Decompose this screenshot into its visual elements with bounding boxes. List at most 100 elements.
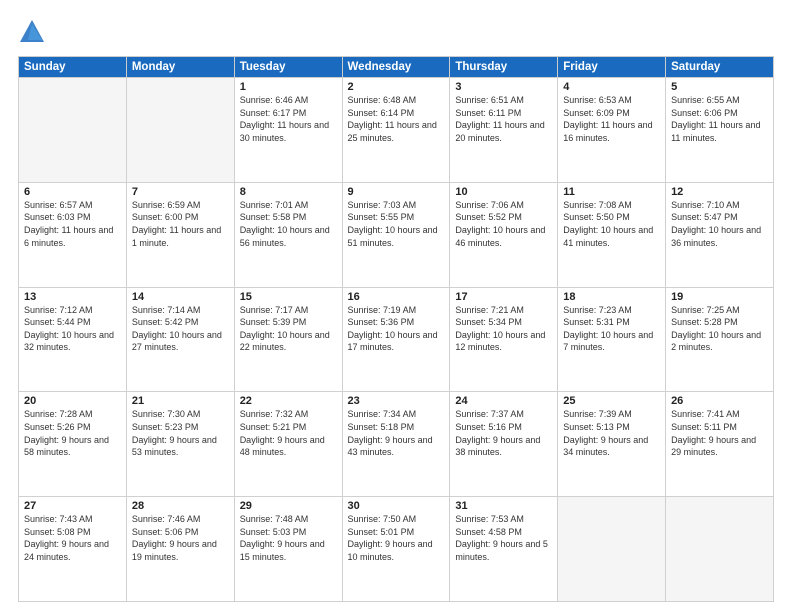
calendar-cell: 4 Sunrise: 6:53 AM Sunset: 6:09 PM Dayli… [558,78,666,183]
day-info: Sunrise: 6:55 AM Sunset: 6:06 PM Dayligh… [671,94,768,144]
page: SundayMondayTuesdayWednesdayThursdayFrid… [0,0,792,612]
day-info: Sunrise: 7:46 AM Sunset: 5:06 PM Dayligh… [132,513,229,563]
day-number: 21 [132,395,229,407]
calendar-cell [558,497,666,602]
calendar-cell [666,497,774,602]
logo-icon [18,18,46,46]
calendar-cell: 18 Sunrise: 7:23 AM Sunset: 5:31 PM Dayl… [558,287,666,392]
day-info: Sunrise: 7:14 AM Sunset: 5:42 PM Dayligh… [132,304,229,354]
day-number: 16 [348,291,445,303]
weekday-header-saturday: Saturday [666,57,774,78]
day-info: Sunrise: 7:37 AM Sunset: 5:16 PM Dayligh… [455,408,552,458]
day-number: 23 [348,395,445,407]
day-number: 7 [132,186,229,198]
day-info: Sunrise: 7:28 AM Sunset: 5:26 PM Dayligh… [24,408,121,458]
day-info: Sunrise: 7:53 AM Sunset: 4:58 PM Dayligh… [455,513,552,563]
day-number: 29 [240,500,337,512]
day-info: Sunrise: 6:53 AM Sunset: 6:09 PM Dayligh… [563,94,660,144]
day-info: Sunrise: 7:48 AM Sunset: 5:03 PM Dayligh… [240,513,337,563]
day-number: 15 [240,291,337,303]
day-number: 8 [240,186,337,198]
week-row-2: 6 Sunrise: 6:57 AM Sunset: 6:03 PM Dayli… [19,182,774,287]
day-info: Sunrise: 7:17 AM Sunset: 5:39 PM Dayligh… [240,304,337,354]
calendar-cell: 24 Sunrise: 7:37 AM Sunset: 5:16 PM Dayl… [450,392,558,497]
day-number: 4 [563,81,660,93]
calendar-cell: 7 Sunrise: 6:59 AM Sunset: 6:00 PM Dayli… [126,182,234,287]
weekday-header-tuesday: Tuesday [234,57,342,78]
calendar-cell: 31 Sunrise: 7:53 AM Sunset: 4:58 PM Dayl… [450,497,558,602]
calendar-cell: 2 Sunrise: 6:48 AM Sunset: 6:14 PM Dayli… [342,78,450,183]
calendar-cell: 8 Sunrise: 7:01 AM Sunset: 5:58 PM Dayli… [234,182,342,287]
day-info: Sunrise: 7:23 AM Sunset: 5:31 PM Dayligh… [563,304,660,354]
day-info: Sunrise: 7:25 AM Sunset: 5:28 PM Dayligh… [671,304,768,354]
day-info: Sunrise: 6:57 AM Sunset: 6:03 PM Dayligh… [24,199,121,249]
day-number: 13 [24,291,121,303]
day-number: 22 [240,395,337,407]
week-row-1: 1 Sunrise: 6:46 AM Sunset: 6:17 PM Dayli… [19,78,774,183]
weekday-header-row: SundayMondayTuesdayWednesdayThursdayFrid… [19,57,774,78]
day-number: 18 [563,291,660,303]
calendar-cell [19,78,127,183]
calendar-cell: 15 Sunrise: 7:17 AM Sunset: 5:39 PM Dayl… [234,287,342,392]
calendar-table: SundayMondayTuesdayWednesdayThursdayFrid… [18,56,774,602]
week-row-5: 27 Sunrise: 7:43 AM Sunset: 5:08 PM Dayl… [19,497,774,602]
header [18,18,774,46]
day-number: 24 [455,395,552,407]
calendar-cell: 11 Sunrise: 7:08 AM Sunset: 5:50 PM Dayl… [558,182,666,287]
day-number: 20 [24,395,121,407]
day-number: 14 [132,291,229,303]
calendar-cell: 23 Sunrise: 7:34 AM Sunset: 5:18 PM Dayl… [342,392,450,497]
calendar-cell: 14 Sunrise: 7:14 AM Sunset: 5:42 PM Dayl… [126,287,234,392]
calendar-cell: 20 Sunrise: 7:28 AM Sunset: 5:26 PM Dayl… [19,392,127,497]
calendar-cell: 3 Sunrise: 6:51 AM Sunset: 6:11 PM Dayli… [450,78,558,183]
day-number: 10 [455,186,552,198]
day-number: 12 [671,186,768,198]
calendar-cell: 13 Sunrise: 7:12 AM Sunset: 5:44 PM Dayl… [19,287,127,392]
calendar-cell: 30 Sunrise: 7:50 AM Sunset: 5:01 PM Dayl… [342,497,450,602]
day-info: Sunrise: 6:51 AM Sunset: 6:11 PM Dayligh… [455,94,552,144]
logo [18,18,50,46]
week-row-3: 13 Sunrise: 7:12 AM Sunset: 5:44 PM Dayl… [19,287,774,392]
day-number: 6 [24,186,121,198]
weekday-header-friday: Friday [558,57,666,78]
day-info: Sunrise: 6:48 AM Sunset: 6:14 PM Dayligh… [348,94,445,144]
week-row-4: 20 Sunrise: 7:28 AM Sunset: 5:26 PM Dayl… [19,392,774,497]
calendar-cell: 9 Sunrise: 7:03 AM Sunset: 5:55 PM Dayli… [342,182,450,287]
day-info: Sunrise: 6:46 AM Sunset: 6:17 PM Dayligh… [240,94,337,144]
day-number: 27 [24,500,121,512]
calendar-cell: 1 Sunrise: 6:46 AM Sunset: 6:17 PM Dayli… [234,78,342,183]
day-number: 17 [455,291,552,303]
day-number: 31 [455,500,552,512]
calendar-cell: 19 Sunrise: 7:25 AM Sunset: 5:28 PM Dayl… [666,287,774,392]
day-number: 2 [348,81,445,93]
day-info: Sunrise: 7:03 AM Sunset: 5:55 PM Dayligh… [348,199,445,249]
calendar-cell: 21 Sunrise: 7:30 AM Sunset: 5:23 PM Dayl… [126,392,234,497]
calendar-cell: 5 Sunrise: 6:55 AM Sunset: 6:06 PM Dayli… [666,78,774,183]
day-info: Sunrise: 7:43 AM Sunset: 5:08 PM Dayligh… [24,513,121,563]
day-info: Sunrise: 7:06 AM Sunset: 5:52 PM Dayligh… [455,199,552,249]
day-info: Sunrise: 7:50 AM Sunset: 5:01 PM Dayligh… [348,513,445,563]
weekday-header-monday: Monday [126,57,234,78]
day-info: Sunrise: 6:59 AM Sunset: 6:00 PM Dayligh… [132,199,229,249]
weekday-header-thursday: Thursday [450,57,558,78]
day-number: 28 [132,500,229,512]
day-info: Sunrise: 7:19 AM Sunset: 5:36 PM Dayligh… [348,304,445,354]
day-info: Sunrise: 7:41 AM Sunset: 5:11 PM Dayligh… [671,408,768,458]
calendar-cell: 27 Sunrise: 7:43 AM Sunset: 5:08 PM Dayl… [19,497,127,602]
calendar-cell: 6 Sunrise: 6:57 AM Sunset: 6:03 PM Dayli… [19,182,127,287]
calendar-cell: 25 Sunrise: 7:39 AM Sunset: 5:13 PM Dayl… [558,392,666,497]
day-info: Sunrise: 7:08 AM Sunset: 5:50 PM Dayligh… [563,199,660,249]
day-info: Sunrise: 7:10 AM Sunset: 5:47 PM Dayligh… [671,199,768,249]
day-info: Sunrise: 7:34 AM Sunset: 5:18 PM Dayligh… [348,408,445,458]
day-number: 25 [563,395,660,407]
weekday-header-sunday: Sunday [19,57,127,78]
calendar-cell: 16 Sunrise: 7:19 AM Sunset: 5:36 PM Dayl… [342,287,450,392]
day-number: 9 [348,186,445,198]
day-number: 19 [671,291,768,303]
day-number: 26 [671,395,768,407]
day-number: 11 [563,186,660,198]
day-number: 3 [455,81,552,93]
day-info: Sunrise: 7:39 AM Sunset: 5:13 PM Dayligh… [563,408,660,458]
day-info: Sunrise: 7:30 AM Sunset: 5:23 PM Dayligh… [132,408,229,458]
calendar-cell: 10 Sunrise: 7:06 AM Sunset: 5:52 PM Dayl… [450,182,558,287]
